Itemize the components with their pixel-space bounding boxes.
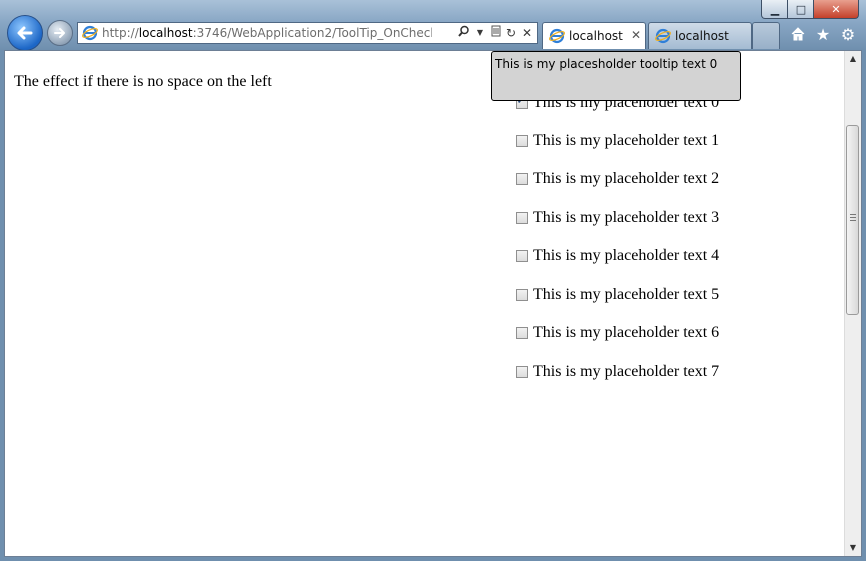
checkbox-label-5: This is my placeholder text 5	[533, 286, 720, 303]
tab-label: localhost	[675, 29, 729, 43]
checkbox-4[interactable]	[516, 250, 528, 262]
refresh-icon[interactable]: ↻	[503, 25, 519, 41]
checkbox-6[interactable]	[516, 327, 528, 339]
page-content: The effect if there is no space on the l…	[4, 50, 862, 557]
checkbox-label-7: This is my placeholder text 7	[533, 363, 720, 380]
search-icon[interactable]	[456, 25, 472, 41]
checkbox-1[interactable]	[516, 135, 528, 147]
page-heading: The effect if there is no space on the l…	[14, 73, 272, 90]
checkbox-row-4[interactable]: This is my placeholder text 4	[516, 247, 719, 265]
checkbox-row-1[interactable]: This is my placeholder text 1	[516, 132, 719, 150]
scroll-grip-icon	[850, 214, 856, 222]
tools-gear-icon[interactable]: ⚙	[839, 26, 857, 44]
close-tab-icon[interactable]: ✕	[631, 28, 641, 42]
checkbox-label-1: This is my placeholder text 1	[533, 132, 720, 149]
forward-arrow-icon	[54, 28, 65, 38]
url-path: :3746/WebApplication2/ToolTip_OnCheckBox…	[192, 26, 432, 40]
tab-label: localhost	[569, 29, 623, 43]
checkbox-label-4: This is my placeholder text 4	[533, 247, 720, 264]
home-icon[interactable]	[789, 26, 807, 44]
address-url[interactable]: http://localhost:3746/WebApplication2/To…	[102, 26, 432, 40]
close-window-button[interactable]: ✕	[813, 0, 859, 19]
dropdown-icon[interactable]: ▼	[472, 25, 488, 41]
checkbox-2[interactable]	[516, 173, 528, 185]
compatibility-icon[interactable]	[488, 25, 504, 41]
checkbox-row-7[interactable]: This is my placeholder text 7	[516, 363, 719, 381]
checkbox-5[interactable]	[516, 289, 528, 301]
new-tab-button[interactable]	[752, 22, 780, 49]
back-arrow-icon	[17, 26, 33, 40]
back-button[interactable]	[7, 15, 43, 51]
scrollbar-thumb[interactable]	[846, 125, 859, 315]
address-bar[interactable]: http://localhost:3746/WebApplication2/To…	[77, 22, 538, 44]
url-host: localhost	[138, 26, 193, 40]
checkbox-label-2: This is my placeholder text 2	[533, 170, 720, 187]
checkbox-row-6[interactable]: This is my placeholder text 6	[516, 324, 719, 342]
ie-tab-icon	[549, 28, 565, 44]
checkbox-row-2[interactable]: This is my placeholder text 2	[516, 170, 719, 188]
ie-page-icon	[82, 25, 98, 41]
tab-localhost-active[interactable]: localhost ✕	[542, 22, 646, 49]
tooltip: This is my placesholder tooltip text 0	[491, 51, 741, 101]
vertical-scrollbar[interactable]: ▲ ▼	[844, 51, 861, 556]
url-prefix: http://	[102, 26, 139, 40]
checkbox-label-6: This is my placeholder text 6	[533, 324, 720, 341]
stop-icon[interactable]: ✕	[519, 25, 535, 41]
forward-button[interactable]	[47, 20, 73, 46]
ie-tab-icon	[655, 28, 671, 44]
tooltip-text: This is my placesholder tooltip text 0	[495, 57, 718, 71]
tab-localhost[interactable]: localhost	[648, 22, 752, 49]
checkbox-3[interactable]	[516, 212, 528, 224]
scroll-down-arrow-icon[interactable]: ▼	[845, 540, 861, 556]
checkbox-label-3: This is my placeholder text 3	[533, 209, 720, 226]
favorites-star-icon[interactable]: ★	[814, 26, 832, 44]
minimize-button[interactable]: ▁	[761, 0, 789, 19]
maximize-button[interactable]: □	[787, 0, 815, 19]
scroll-up-arrow-icon[interactable]: ▲	[845, 51, 861, 67]
checkbox-row-3[interactable]: This is my placeholder text 3	[516, 209, 719, 227]
checkbox-7[interactable]	[516, 366, 528, 378]
checkbox-row-5[interactable]: This is my placeholder text 5	[516, 286, 719, 304]
browser-chrome: ▁ □ ✕ http://localhost:3746/WebApplicati…	[0, 0, 866, 51]
